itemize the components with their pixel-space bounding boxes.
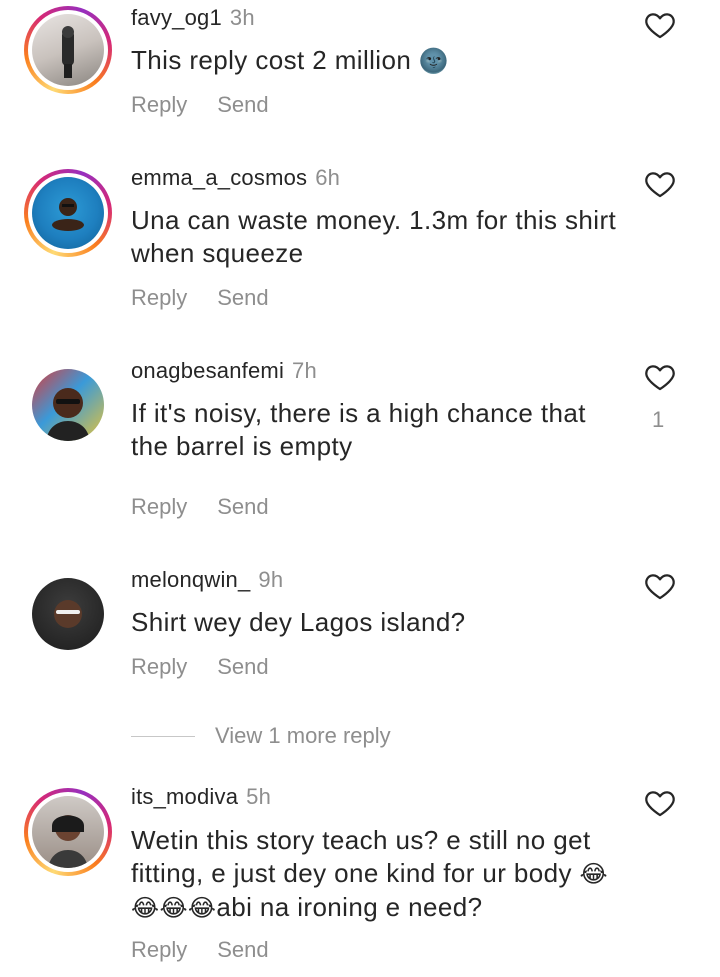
comment-body: If it's noisy, there is a high chance th… [131,398,586,461]
timestamp: 5h [246,784,272,809]
send-button[interactable]: Send [217,494,268,519]
comment-body-end: abi na ironing e need? [216,892,483,922]
timestamp: 9h [258,567,284,592]
username-line: favy_og1 3h [131,5,255,31]
view-more-replies[interactable]: View 1 more reply [131,722,391,750]
comment-text: Wetin this story teach us? e still no ge… [131,824,626,925]
heart-outline-icon[interactable] [643,569,677,603]
username-line: emma_a_cosmos 6h [131,165,340,191]
username[interactable]: emma_a_cosmos [131,165,307,190]
send-button[interactable]: Send [217,92,268,117]
avatar[interactable] [24,169,112,257]
username[interactable]: its_modiva [131,784,238,809]
like-count: 1 [652,407,665,432]
new-moon-face-emoji: 🌚 [418,47,450,75]
comment-actions: Reply Send [131,92,299,118]
comment-actions: Reply Send [131,654,299,680]
heart-outline-icon[interactable] [643,786,677,820]
avatar[interactable] [32,369,104,441]
comment-actions: Reply Send [131,494,299,520]
comment-body: Wetin this story teach us? e still no ge… [131,825,591,888]
heart-outline-icon[interactable] [643,167,677,201]
timestamp: 6h [315,165,341,190]
reply-button[interactable]: Reply [131,654,187,679]
reply-button[interactable]: Reply [131,92,187,117]
send-button[interactable]: Send [217,654,268,679]
send-button[interactable]: Send [217,285,268,310]
reply-button[interactable]: Reply [131,937,187,962]
avatar[interactable] [24,6,112,94]
username-line: onagbesanfemi 7h [131,358,317,384]
view-more-label: View 1 more reply [215,723,391,748]
divider [131,735,195,737]
avatar[interactable] [24,788,112,876]
username[interactable]: favy_og1 [131,5,222,30]
comment-actions: Reply Send [131,285,299,311]
username-line: melonqwin_ 9h [131,567,283,593]
username[interactable]: onagbesanfemi [131,358,284,383]
comment-body: This reply cost 2 million [131,45,412,75]
username[interactable]: melonqwin_ [131,567,250,592]
comment-body: Shirt wey dey Lagos island? [131,607,466,637]
reply-button[interactable]: Reply [131,285,187,310]
comment-actions: Reply Send [131,937,299,963]
comment-body: Una can waste money. 1.3m for this shirt… [131,205,617,268]
heart-outline-icon[interactable] [643,360,677,394]
reply-button[interactable]: Reply [131,494,187,519]
timestamp: 7h [292,358,317,383]
heart-outline-icon[interactable] [643,8,677,42]
avatar[interactable] [32,578,104,650]
comment-text: This reply cost 2 million 🌚 [131,44,626,78]
send-button[interactable]: Send [217,937,268,962]
username-line: its_modiva 5h [131,784,271,810]
timestamp: 3h [229,5,255,30]
